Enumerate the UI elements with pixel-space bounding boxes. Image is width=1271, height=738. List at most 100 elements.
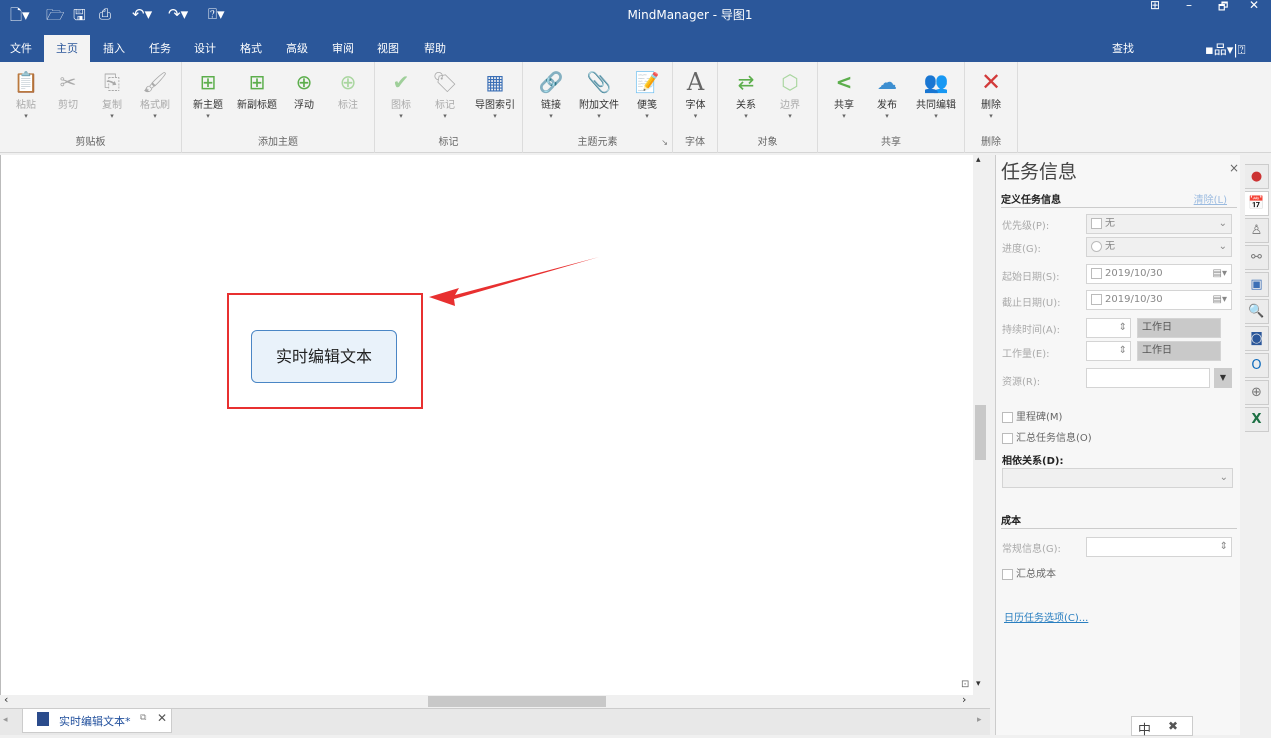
float-icon[interactable]: ⧉: [140, 713, 146, 723]
tab-advanced[interactable]: 高级: [278, 35, 316, 62]
calendar-options-link[interactable]: 日历任务选项(C)...: [1004, 609, 1088, 624]
group-topic-elements: 🔗 链接 ▾ 📎 附加文件 ▾ 📝 便笺 ▾ ↘ 主题元素: [523, 62, 673, 153]
ime-toolbar[interactable]: 中 ✖: [1131, 716, 1193, 738]
resources-tab[interactable]: ♙: [1245, 218, 1269, 243]
tab-scroll-left-icon[interactable]: ◂: [3, 715, 8, 725]
tab-task[interactable]: 任务: [141, 35, 179, 62]
general-cost-stepper[interactable]: ⇕: [1086, 537, 1232, 557]
scroll-left-icon[interactable]: ‹: [4, 693, 8, 706]
notes-button[interactable]: 📝 便笺 ▾: [623, 68, 671, 121]
effort-stepper[interactable]: ⇕: [1086, 341, 1131, 361]
resource-dropdown-button[interactable]: ▼: [1214, 368, 1232, 388]
minimize-button[interactable]: –: [1186, 0, 1192, 12]
tags-button[interactable]: 🏷 标记 ▾: [421, 68, 469, 121]
rollup-checkbox[interactable]: 汇总任务信息(O): [1002, 429, 1092, 444]
tab-help[interactable]: 帮助: [416, 35, 454, 62]
vertical-scrollbar[interactable]: ▴ ⊡ ▾: [961, 155, 988, 695]
outlook-tab[interactable]: O: [1245, 353, 1269, 378]
map-parts-tab[interactable]: ⚯: [1245, 245, 1269, 270]
effort-unit-select[interactable]: 工作日: [1137, 341, 1221, 361]
scroll-thumb[interactable]: [975, 405, 986, 460]
annotation-arrow: [429, 257, 599, 306]
boundary-button[interactable]: ⬡ 边界 ▾: [766, 68, 814, 121]
map-index-tab[interactable]: ◙: [1245, 326, 1269, 351]
resource-input[interactable]: [1086, 368, 1210, 388]
excel-tab[interactable]: X: [1245, 407, 1269, 432]
search-button[interactable]: 查找: [1104, 35, 1142, 62]
progress-select[interactable]: 无 ⌄: [1086, 237, 1232, 257]
format-painter-button[interactable]: 🖌 格式刷 ▾: [131, 68, 179, 121]
floating-topic-button[interactable]: ⊕ 浮动: [280, 68, 328, 111]
close-panel-icon[interactable]: ×: [1229, 161, 1239, 175]
tab-insert[interactable]: 插入: [95, 35, 133, 62]
relationship-button[interactable]: ⇄ 关系 ▾: [722, 68, 770, 121]
close-button[interactable]: ✕: [1249, 0, 1259, 12]
open-icon[interactable]: 🗁: [46, 5, 65, 30]
scroll-down-icon[interactable]: ▾: [976, 679, 981, 689]
tab-format[interactable]: 格式: [232, 35, 270, 62]
ime-settings-icon[interactable]: ✖: [1168, 719, 1178, 733]
tab-design[interactable]: 设计: [186, 35, 224, 62]
save-icon[interactable]: 🖫: [73, 5, 86, 30]
library-tab[interactable]: ▣: [1245, 272, 1269, 297]
label: 字体: [685, 100, 706, 111]
layout-options-icon[interactable]: ▪品▾|⍰: [1205, 39, 1246, 58]
horizontal-scrollbar[interactable]: ‹ ›: [0, 693, 988, 708]
copy-button[interactable]: ⎘ 复制 ▾: [88, 68, 136, 121]
new-topic-button[interactable]: ⊞ 新主题 ▾: [184, 68, 232, 121]
search-tab[interactable]: 🔍: [1245, 299, 1269, 324]
tab-view[interactable]: 视图: [369, 35, 407, 62]
icons-panel-tab[interactable]: ●: [1245, 164, 1269, 189]
milestone-checkbox[interactable]: 里程碑(M): [1002, 408, 1062, 423]
rollup-cost-checkbox[interactable]: 汇总成本: [1002, 565, 1056, 580]
clear-link[interactable]: 清除(L): [1194, 191, 1227, 206]
delete-button[interactable]: ✕ 删除 ▾: [967, 68, 1015, 121]
duration-stepper[interactable]: ⇕: [1086, 318, 1131, 338]
print-icon[interactable]: ⎙: [99, 5, 111, 23]
font-button[interactable]: A 字体 ▾: [673, 68, 718, 121]
panel-title: 任务信息: [1001, 161, 1078, 183]
central-topic[interactable]: 实时编辑文本: [251, 330, 397, 383]
scroll-thumb[interactable]: [428, 696, 606, 707]
label: 新副标题: [237, 100, 277, 111]
share-button[interactable]: < 共享 ▾: [820, 68, 868, 121]
undo-icon[interactable]: ↶▾: [132, 5, 152, 23]
new-icon[interactable]: 🗋▾: [10, 5, 30, 30]
task-info-tab[interactable]: 📅: [1245, 191, 1269, 216]
new-subtopic-button[interactable]: ⊞ 新副标题: [232, 68, 282, 111]
label: 标记: [435, 100, 455, 111]
help-icon[interactable]: ⍰▾: [208, 5, 225, 23]
tab-scroll-right-icon[interactable]: ▸: [977, 715, 982, 725]
dependency-label: 相依关系(D):: [1002, 456, 1064, 467]
scroll-right-icon[interactable]: ›: [962, 693, 966, 706]
map-canvas[interactable]: 实时编辑文本: [0, 155, 973, 695]
paste-button[interactable]: 📋 粘贴 ▾: [2, 68, 50, 121]
tab-file[interactable]: 文件: [2, 35, 40, 62]
tab-review[interactable]: 审阅: [324, 35, 362, 62]
map-index-button[interactable]: ▦ 导图索引 ▾: [469, 68, 521, 121]
cut-button[interactable]: ✂ 剪切: [44, 68, 92, 111]
co-edit-button[interactable]: 👥 共同编辑 ▾: [910, 68, 962, 121]
due-date-field[interactable]: 2019/10/30 ▤▾: [1086, 290, 1232, 310]
publish-button[interactable]: ☁ 发布 ▾: [863, 68, 911, 121]
attach-file-button[interactable]: 📎 附加文件 ▾: [575, 68, 623, 121]
tab-home[interactable]: 主页: [44, 35, 90, 62]
duration-unit-select[interactable]: 工作日: [1137, 318, 1221, 338]
redo-icon[interactable]: ↷▾: [168, 5, 188, 23]
dependency-select[interactable]: ⌄: [1002, 468, 1233, 488]
priority-select[interactable]: 无 ⌄: [1086, 214, 1232, 234]
ime-mode[interactable]: 中: [1138, 719, 1151, 738]
fit-map-icon[interactable]: ⊡: [961, 679, 969, 690]
icons-button[interactable]: ✔ 图标 ▾: [377, 68, 425, 121]
link-button[interactable]: 🔗 链接 ▾: [527, 68, 575, 121]
callout-button[interactable]: ⊕ 标注: [324, 68, 372, 111]
restore-button[interactable]: 🗗: [1218, 0, 1228, 17]
close-tab-icon[interactable]: ✕: [157, 711, 167, 725]
ribbon-display-button[interactable]: ⊞: [1150, 0, 1160, 12]
doc-tab[interactable]: 实时编辑文本* ⧉ ✕: [22, 709, 172, 733]
browser-tab[interactable]: ⊕: [1245, 380, 1269, 405]
group-label: 标记: [438, 137, 459, 148]
start-date-field[interactable]: 2019/10/30 ▤▾: [1086, 264, 1232, 284]
floating-topic-icon: ⊕: [295, 70, 313, 94]
scroll-up-icon[interactable]: ▴: [976, 155, 981, 165]
